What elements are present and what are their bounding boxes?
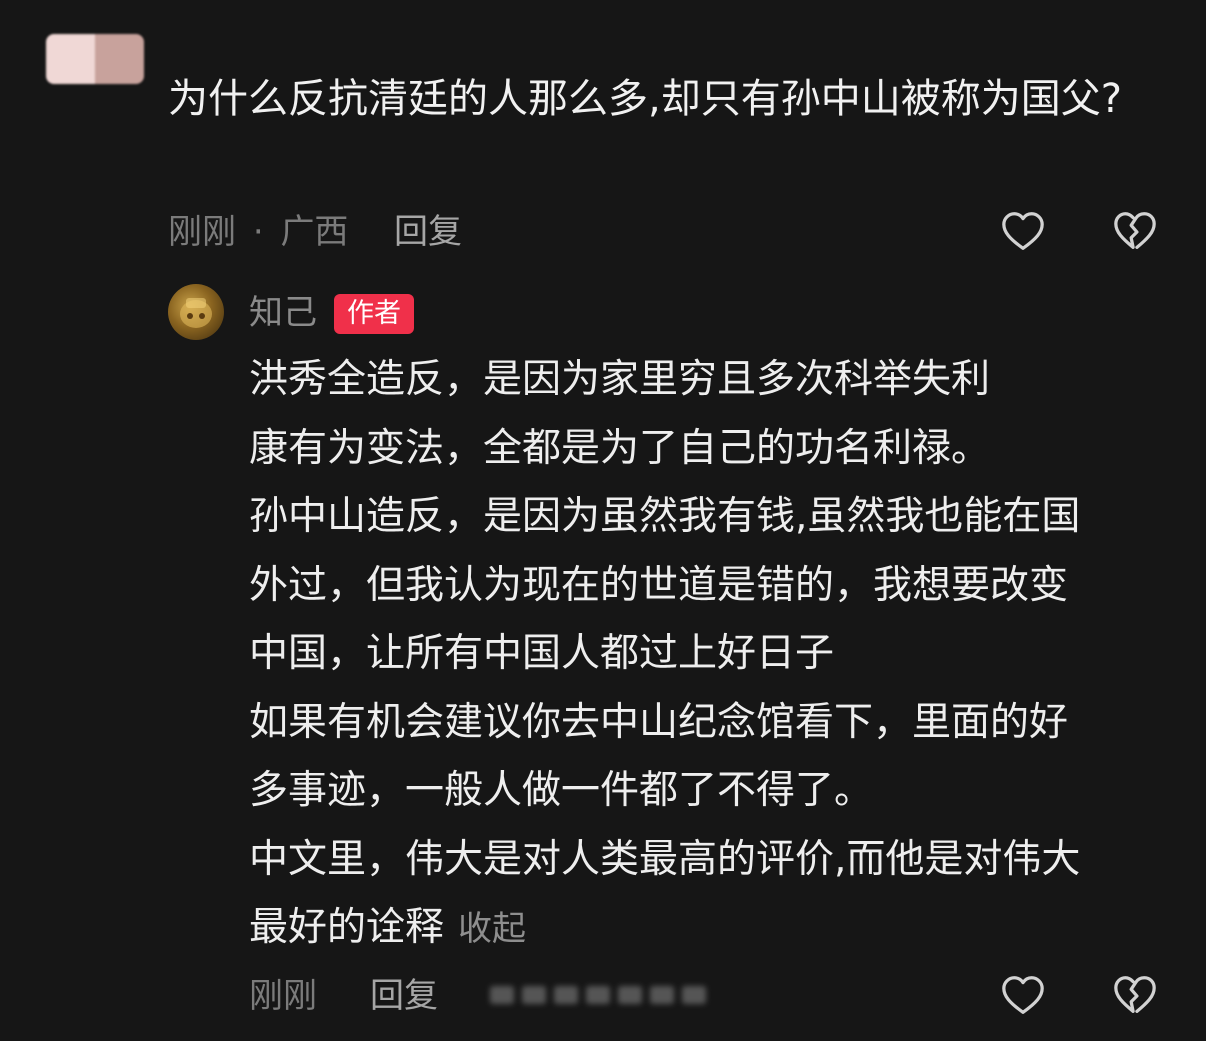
reply-line: 康有为变法，全都是为了自己的功名利禄。 bbox=[249, 425, 991, 471]
question-comment-meta: 刚刚 · 广西 bbox=[168, 212, 348, 252]
reply-last-line: 最好的诠释 收起 bbox=[249, 894, 1169, 964]
comment-location: 广西 bbox=[280, 212, 349, 252]
reply-line: 洪秀全造反，是因为家里穷且多次科举失利 bbox=[249, 357, 991, 402]
heart-outline-icon bbox=[1002, 212, 1044, 250]
question-comment-text: 为什么反抗清廷的人那么多,却只有孙中山被称为国父? bbox=[168, 76, 1122, 122]
author-reply-button[interactable]: 回复 bbox=[370, 976, 438, 1016]
comment-time: 刚刚 bbox=[168, 212, 236, 252]
blurred-watermark bbox=[490, 980, 710, 1010]
collapse-link[interactable]: 收起 bbox=[458, 909, 526, 949]
meta-separator: · bbox=[252, 212, 264, 252]
author-name[interactable]: 知己 bbox=[249, 292, 317, 334]
like-button[interactable] bbox=[1000, 209, 1046, 255]
reply-like-button[interactable] bbox=[1000, 973, 1046, 1019]
reply-line: 中国，让所有中国人都过上好日子 bbox=[249, 631, 835, 676]
reply-line: 多事迹，一般人做一件都了不得了。 bbox=[249, 768, 874, 813]
dislike-button[interactable] bbox=[1112, 209, 1158, 255]
author-badge: 作者 bbox=[334, 294, 414, 334]
reply-line: 外过，但我认为现在的世道是错的，我想要改变 bbox=[249, 562, 1069, 608]
reply-line: 孙中山造反，是因为虽然我有钱,虽然我也能在国 bbox=[249, 494, 1081, 539]
broken-heart-icon bbox=[1114, 976, 1156, 1013]
reply-body: 洪秀全造反，是因为家里穷且多次科举失利 康有为变法，全都是为了自己的功名利禄。 … bbox=[249, 346, 1169, 964]
question-reply-button[interactable]: 回复 bbox=[394, 212, 462, 252]
reply-line: 中文里，伟大是对人类最高的评价,而他是对伟大 bbox=[249, 836, 1081, 882]
reply-line: 最好的诠释 bbox=[249, 905, 445, 950]
heart-outline-icon bbox=[1002, 976, 1044, 1014]
commenter-avatar[interactable] bbox=[46, 34, 144, 84]
reply-time: 刚刚 bbox=[249, 976, 317, 1016]
broken-heart-icon bbox=[1114, 212, 1156, 249]
avatar-image bbox=[180, 298, 212, 328]
author-avatar[interactable] bbox=[168, 284, 224, 340]
reply-dislike-button[interactable] bbox=[1112, 973, 1158, 1019]
reply-line: 如果有机会建议你去中山纪念馆看下，里面的好 bbox=[249, 699, 1069, 745]
